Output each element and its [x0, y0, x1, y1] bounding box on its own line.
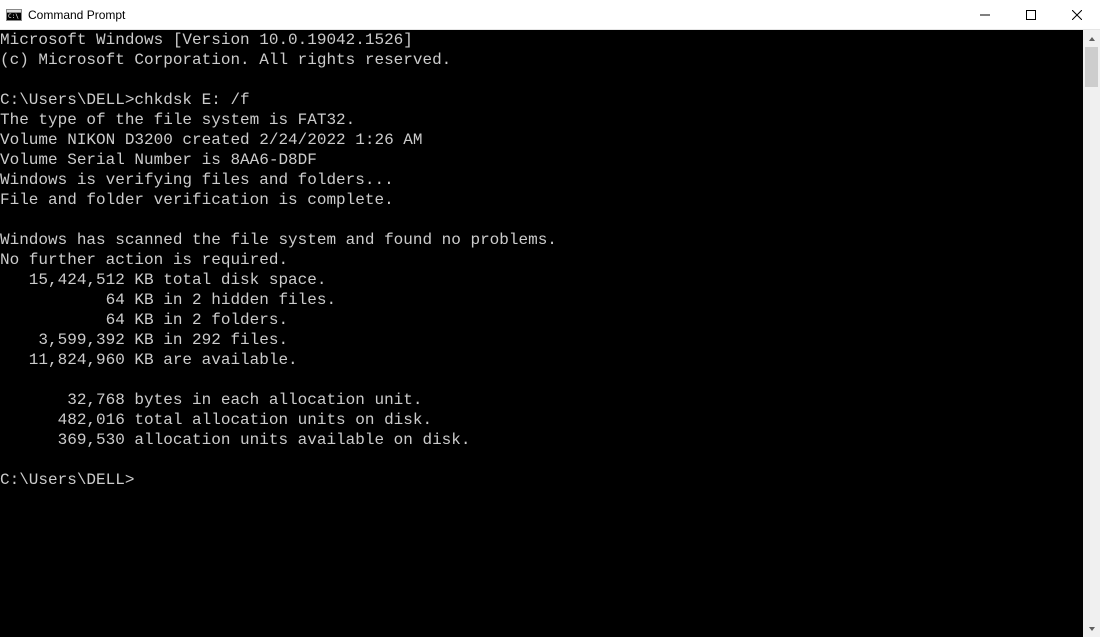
content-row: Microsoft Windows [Version 10.0.19042.15… — [0, 30, 1100, 637]
terminal-line — [0, 450, 1083, 470]
command-prompt-window: C:\ Command Prompt Microsoft Windows [Ve… — [0, 0, 1100, 637]
terminal-line: 3,599,392 KB in 292 files. — [0, 330, 1083, 350]
scroll-down-button[interactable] — [1083, 620, 1100, 637]
cmd-icon: C:\ — [6, 7, 22, 23]
terminal-line: 64 KB in 2 folders. — [0, 310, 1083, 330]
scroll-thumb[interactable] — [1085, 47, 1098, 87]
terminal-line: No further action is required. — [0, 250, 1083, 270]
terminal-line: File and folder verification is complete… — [0, 190, 1083, 210]
terminal-line: Microsoft Windows [Version 10.0.19042.15… — [0, 30, 1083, 50]
terminal-output[interactable]: Microsoft Windows [Version 10.0.19042.15… — [0, 30, 1083, 637]
terminal-line: 64 KB in 2 hidden files. — [0, 290, 1083, 310]
terminal-line: 15,424,512 KB total disk space. — [0, 270, 1083, 290]
window-title: Command Prompt — [28, 8, 125, 22]
terminal-line: Windows is verifying files and folders..… — [0, 170, 1083, 190]
terminal-line: C:\Users\DELL>chkdsk E: /f — [0, 90, 1083, 110]
terminal-line — [0, 70, 1083, 90]
terminal-line: C:\Users\DELL> — [0, 470, 1083, 490]
minimize-button[interactable] — [962, 0, 1008, 29]
terminal-line: Volume NIKON D3200 created 2/24/2022 1:2… — [0, 130, 1083, 150]
terminal-line: 482,016 total allocation units on disk. — [0, 410, 1083, 430]
terminal-line: The type of the file system is FAT32. — [0, 110, 1083, 130]
scroll-up-button[interactable] — [1083, 30, 1100, 47]
terminal-line — [0, 210, 1083, 230]
terminal-line: 369,530 allocation units available on di… — [0, 430, 1083, 450]
close-button[interactable] — [1054, 0, 1100, 29]
terminal-line: 11,824,960 KB are available. — [0, 350, 1083, 370]
terminal-line: Windows has scanned the file system and … — [0, 230, 1083, 250]
maximize-button[interactable] — [1008, 0, 1054, 29]
terminal-line — [0, 370, 1083, 390]
terminal-line: (c) Microsoft Corporation. All rights re… — [0, 50, 1083, 70]
svg-text:C:\: C:\ — [8, 13, 19, 20]
titlebar[interactable]: C:\ Command Prompt — [0, 0, 1100, 30]
terminal-line: 32,768 bytes in each allocation unit. — [0, 390, 1083, 410]
terminal-line: Volume Serial Number is 8AA6-D8DF — [0, 150, 1083, 170]
window-controls — [962, 0, 1100, 29]
vertical-scrollbar[interactable] — [1083, 30, 1100, 637]
